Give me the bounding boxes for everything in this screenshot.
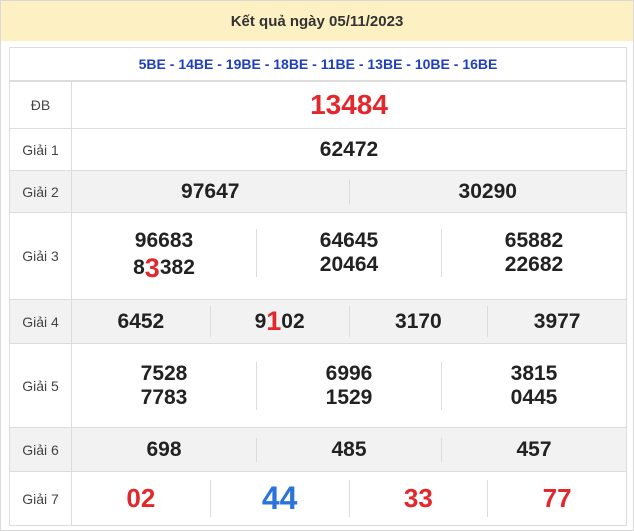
label-g7: Giải 7 [9, 471, 72, 526]
label-g5: Giải 5 [9, 343, 72, 428]
prize-3-value: 64645 [319, 228, 379, 252]
prize-5-value: 6996 [325, 361, 373, 385]
results-title: Kết quả ngày 05/11/2023 [1, 1, 633, 41]
prize-6-value: 457 [441, 437, 626, 462]
label-g6: Giải 6 [9, 427, 72, 472]
digit: 8 [133, 256, 145, 279]
prize-2-value: 97647 [181, 179, 240, 203]
prize-3-value: 96683 [134, 228, 194, 252]
prize-7-value: 02 [126, 483, 156, 513]
prize-1-value: 62472 [71, 128, 627, 171]
label-g3: Giải 3 [9, 212, 72, 300]
prize-5-col: 7528 7783 [72, 362, 256, 410]
prize-5-value: 3815 [510, 361, 558, 385]
prize-5-value: 7528 [140, 361, 188, 385]
prize-7-cells: 02 44 33 77 [71, 471, 627, 526]
row-db: ĐB 13484 [9, 81, 627, 129]
ticket-codes: 5BE - 14BE - 19BE - 18BE - 11BE - 13BE -… [9, 47, 627, 81]
special-prize-value: 13484 [71, 81, 627, 129]
row-g6: Giải 6 698 485 457 [9, 427, 627, 472]
label-g2: Giải 2 [9, 170, 72, 213]
prize-6-cells: 698 485 457 [71, 427, 627, 472]
digit: 3 [159, 256, 172, 279]
prize-3-cells: 96683 83382 64645 20464 65882 22682 [71, 212, 627, 300]
prize-3-col: 96683 83382 [72, 229, 256, 284]
prize-3-col: 65882 22682 [441, 228, 626, 277]
prize-5-cells: 7528 7783 6996 1529 3815 0445 [71, 343, 627, 428]
prize-5-value: 0445 [510, 385, 558, 409]
prize-7-value: 77 [487, 480, 626, 517]
prize-2-cells: 97647 30290 [71, 170, 627, 213]
highlight-digit: 1 [266, 306, 282, 336]
row-g1: Giải 1 62472 [9, 128, 627, 171]
row-g4: Giải 4 6452 9102 3170 3977 [9, 299, 627, 344]
results-panel: Kết quả ngày 05/11/2023 5BE - 14BE - 19B… [0, 0, 634, 531]
prize-7-value: 44 [209, 480, 349, 517]
prize-4-value-highlight: 9102 [209, 306, 349, 337]
prize-5-col: 3815 0445 [441, 361, 626, 410]
prize-7-value: 33 [348, 480, 488, 517]
digit: 8 [171, 256, 184, 279]
results-table: ĐB 13484 Giải 1 62472 Giải 2 97647 30290… [9, 81, 627, 526]
prize-3-value: 65882 [504, 228, 564, 252]
prize-5-value: 7783 [140, 385, 188, 409]
label-db: ĐB [9, 81, 72, 129]
digit: 0 [281, 309, 293, 333]
digit: 2 [183, 256, 195, 279]
row-g3: Giải 3 96683 83382 64645 20464 65882 226… [9, 212, 627, 300]
label-g4: Giải 4 [9, 299, 72, 344]
prize-4-value: 6452 [117, 309, 165, 333]
prize-4-value: 3170 [348, 306, 488, 337]
prize-3-col: 64645 20464 [256, 228, 441, 277]
label-g1: Giải 1 [9, 128, 72, 171]
prize-5-col: 6996 1529 [256, 361, 441, 410]
prize-5-value: 1529 [325, 385, 373, 409]
row-g7: Giải 7 02 44 33 77 [9, 471, 627, 526]
prize-4-value: 3977 [487, 306, 626, 337]
prize-6-value: 698 [146, 437, 182, 461]
row-g2: Giải 2 97647 30290 [9, 170, 627, 213]
row-g5: Giải 5 7528 7783 6996 1529 3815 0445 [9, 343, 627, 428]
digit: 9 [254, 309, 267, 333]
prize-3-value-highlight: 83382 [133, 253, 195, 284]
prize-3-value: 20464 [319, 252, 379, 276]
prize-6-value: 485 [256, 437, 441, 462]
prize-2-value: 30290 [348, 179, 627, 204]
highlight-digit: 3 [144, 252, 160, 283]
prize-4-cells: 6452 9102 3170 3977 [71, 299, 627, 344]
prize-3-value: 22682 [504, 252, 564, 276]
digit: 2 [292, 309, 305, 333]
